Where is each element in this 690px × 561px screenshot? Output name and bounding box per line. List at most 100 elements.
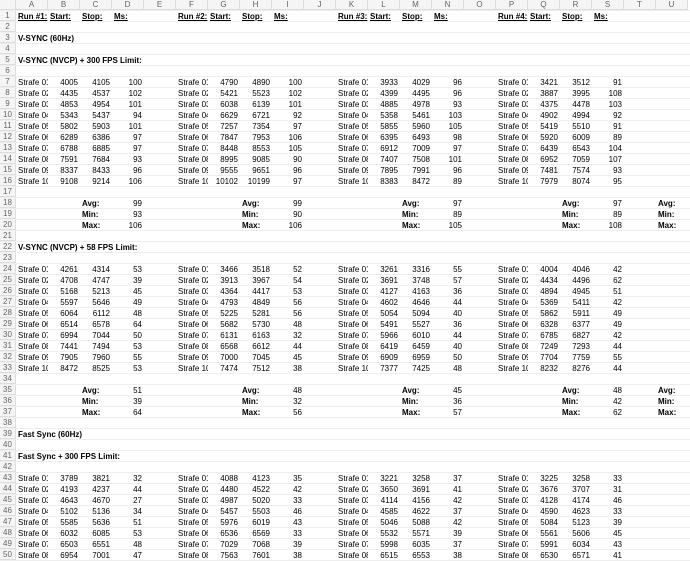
cell[interactable] <box>368 22 400 32</box>
cell[interactable]: 8232 <box>528 363 560 373</box>
cell[interactable] <box>624 66 656 76</box>
cell[interactable] <box>144 154 176 164</box>
cell[interactable] <box>144 99 176 109</box>
cell[interactable]: 5411 <box>560 297 592 307</box>
cell[interactable]: Strafe 10 <box>336 363 368 373</box>
row-header[interactable]: 36 <box>0 396 16 406</box>
cell[interactable] <box>496 407 528 417</box>
cell[interactable] <box>176 462 208 472</box>
cell[interactable]: 5802 <box>48 121 80 131</box>
cell[interactable]: Strafe 07 <box>176 539 208 549</box>
cell[interactable]: Strafe 10 <box>176 363 208 373</box>
cell[interactable] <box>240 418 272 428</box>
row-header[interactable]: 19 <box>0 209 16 219</box>
column-header[interactable]: I <box>272 0 304 10</box>
cell[interactable] <box>304 187 336 197</box>
row-header[interactable]: 33 <box>0 363 16 373</box>
cell[interactable] <box>560 462 592 472</box>
cell[interactable] <box>48 187 80 197</box>
cell[interactable] <box>48 385 80 395</box>
cell[interactable] <box>304 407 336 417</box>
cell[interactable]: 91 <box>592 121 624 131</box>
cell[interactable]: 6328 <box>528 319 560 329</box>
column-header[interactable]: C <box>80 0 112 10</box>
column-header[interactable]: G <box>208 0 240 10</box>
cell[interactable]: 3221 <box>368 473 400 483</box>
cell[interactable]: 27 <box>112 495 144 505</box>
cell[interactable] <box>144 121 176 131</box>
cell[interactable] <box>304 495 336 505</box>
cell[interactable] <box>464 55 496 65</box>
cell[interactable]: 96 <box>432 77 464 87</box>
cell[interactable]: 4364 <box>208 286 240 296</box>
cell[interactable] <box>176 231 208 241</box>
cell[interactable] <box>144 275 176 285</box>
cell[interactable]: Strafe 10 <box>336 176 368 186</box>
cell[interactable]: 42 <box>592 297 624 307</box>
row-header[interactable]: 23 <box>0 253 16 263</box>
cell[interactable]: Strafe 04 <box>496 506 528 516</box>
cell[interactable] <box>112 66 144 76</box>
cell[interactable] <box>176 22 208 32</box>
cell[interactable] <box>464 66 496 76</box>
cell[interactable]: 3913 <box>208 275 240 285</box>
cell[interactable] <box>144 209 176 219</box>
cell[interactable]: Max: <box>656 407 688 417</box>
cell[interactable]: 6788 <box>48 143 80 153</box>
cell[interactable]: Max: <box>240 220 272 230</box>
cell[interactable] <box>208 451 240 461</box>
cell[interactable] <box>656 88 688 98</box>
cell[interactable]: 89 <box>592 132 624 142</box>
cell[interactable]: 39 <box>112 396 144 406</box>
cell[interactable] <box>496 451 528 461</box>
cell[interactable]: Strafe 04 <box>176 506 208 516</box>
cell[interactable]: Max: <box>80 220 112 230</box>
cell[interactable] <box>80 462 112 472</box>
cell[interactable] <box>656 495 688 505</box>
cell[interactable] <box>176 418 208 428</box>
cell[interactable]: 4029 <box>400 77 432 87</box>
cell[interactable] <box>464 220 496 230</box>
cell[interactable]: 5421 <box>208 88 240 98</box>
cell[interactable]: Strafe 03 <box>496 495 528 505</box>
row-header[interactable]: 30 <box>0 330 16 340</box>
cell[interactable] <box>528 22 560 32</box>
cell[interactable] <box>16 231 48 241</box>
cell[interactable]: Strafe 06 <box>176 132 208 142</box>
cell[interactable]: 4174 <box>560 495 592 505</box>
cell[interactable] <box>304 176 336 186</box>
cell[interactable] <box>624 528 656 538</box>
cell[interactable] <box>304 33 336 43</box>
cell[interactable]: 6085 <box>80 528 112 538</box>
cell[interactable] <box>656 264 688 274</box>
cell[interactable]: 46 <box>272 506 304 516</box>
cell[interactable] <box>112 22 144 32</box>
cell[interactable] <box>80 22 112 32</box>
cell[interactable]: 3821 <box>80 473 112 483</box>
cell[interactable]: Strafe 09 <box>16 165 48 175</box>
cell[interactable] <box>144 297 176 307</box>
cell[interactable]: 5920 <box>528 132 560 142</box>
cell[interactable]: Strafe 03 <box>16 495 48 505</box>
cell[interactable] <box>432 33 464 43</box>
cell[interactable] <box>304 11 336 21</box>
cell[interactable] <box>304 462 336 472</box>
cell[interactable]: Strafe 08 <box>496 550 528 560</box>
cell[interactable] <box>432 187 464 197</box>
cell[interactable] <box>656 110 688 120</box>
row-header[interactable]: 37 <box>0 407 16 417</box>
cell[interactable] <box>592 187 624 197</box>
cell[interactable] <box>144 385 176 395</box>
cell[interactable] <box>624 110 656 120</box>
cell[interactable] <box>624 22 656 32</box>
cell[interactable]: 5998 <box>368 539 400 549</box>
cell[interactable]: 48 <box>112 539 144 549</box>
cell[interactable]: 6568 <box>208 341 240 351</box>
row-header[interactable]: 18 <box>0 198 16 208</box>
row-header[interactable]: 7 <box>0 77 16 87</box>
cell[interactable]: 7441 <box>48 341 80 351</box>
cell[interactable] <box>464 165 496 175</box>
cell[interactable] <box>656 66 688 76</box>
cell[interactable]: 6952 <box>528 154 560 164</box>
cell[interactable]: Strafe 06 <box>336 528 368 538</box>
